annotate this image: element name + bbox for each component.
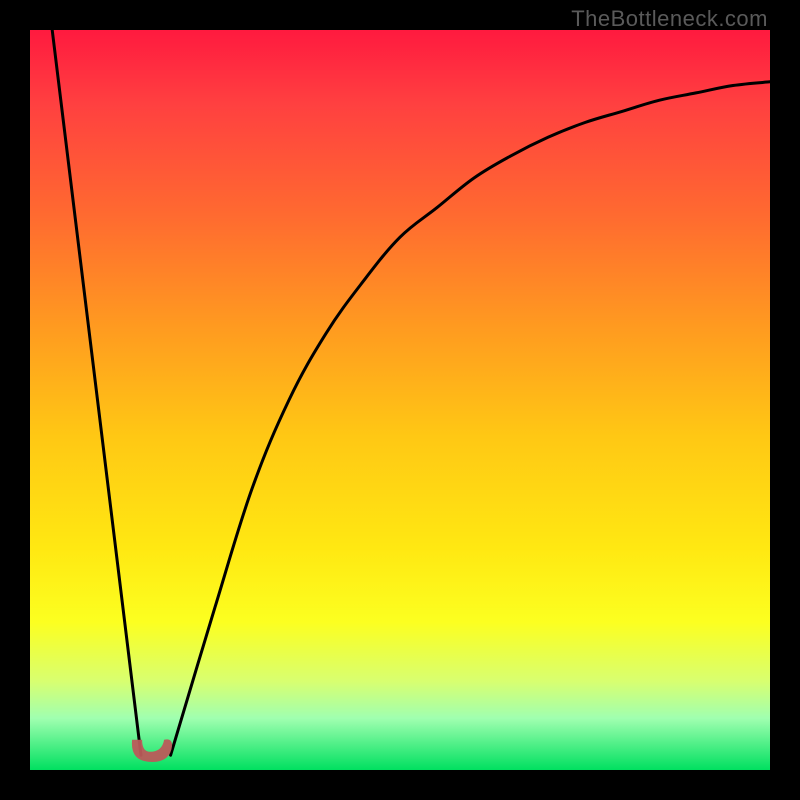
bottleneck-curve xyxy=(52,30,770,755)
chart-curve-svg xyxy=(30,30,770,770)
watermark-text: TheBottleneck.com xyxy=(571,6,768,32)
chart-frame: TheBottleneck.com xyxy=(0,0,800,800)
bottleneck-blob xyxy=(132,739,172,762)
chart-plot-area xyxy=(30,30,770,770)
curve-right-asymptote xyxy=(171,82,770,755)
curve-left-slope xyxy=(52,30,141,755)
